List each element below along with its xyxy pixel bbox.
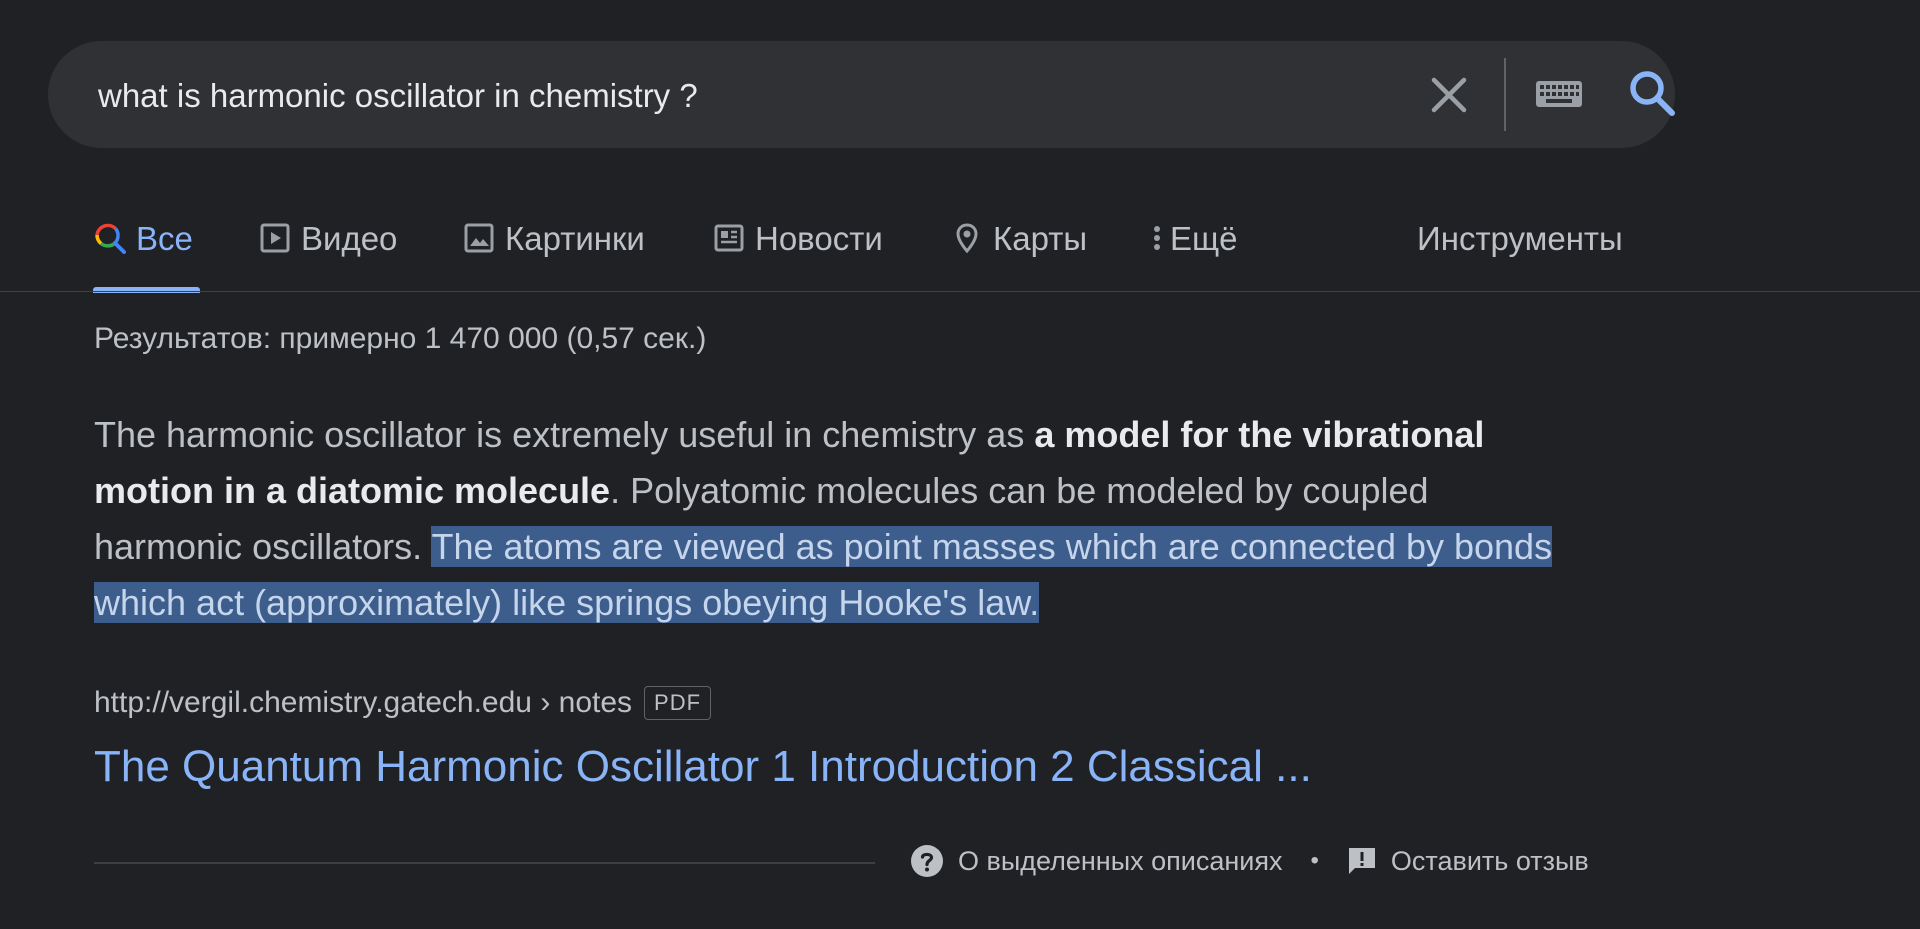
tab-all[interactable]: Все bbox=[94, 205, 193, 289]
tab-video[interactable]: Видео bbox=[259, 205, 397, 289]
about-snippets-label: О выделенных описаниях bbox=[958, 845, 1283, 876]
about-snippets-link[interactable]: О выделенных описаниях bbox=[910, 844, 1282, 878]
tab-maps-label: Карты bbox=[993, 220, 1088, 257]
tabs-divider bbox=[0, 291, 1920, 292]
featured-snippet: The harmonic oscillator is extremely use… bbox=[94, 407, 1574, 631]
tools-label: Инструменты bbox=[1417, 220, 1623, 257]
search-box bbox=[48, 41, 1678, 150]
footer-separator: • bbox=[1310, 847, 1319, 874]
tab-video-label: Видео bbox=[301, 220, 398, 257]
tab-more-label: Ещё bbox=[1170, 220, 1238, 257]
search-input[interactable] bbox=[96, 41, 1380, 150]
virtual-keyboard-button[interactable] bbox=[1534, 73, 1584, 113]
footer-divider bbox=[94, 862, 875, 864]
feedback-icon bbox=[1348, 848, 1375, 874]
close-icon bbox=[1431, 77, 1467, 113]
snippet-text-1: The harmonic oscillator is extremely use… bbox=[94, 414, 1035, 455]
result-title-link[interactable]: The Quantum Harmonic Oscillator 1 Introd… bbox=[94, 742, 1312, 792]
image-icon bbox=[464, 223, 494, 253]
google-search-icon bbox=[95, 223, 126, 254]
tools-button[interactable]: Инструменты bbox=[1417, 205, 1623, 289]
tab-news[interactable]: Новости bbox=[713, 205, 883, 289]
tab-all-label: Все bbox=[136, 220, 193, 257]
result-stats: Результатов: примерно 1 470 000 (0,57 се… bbox=[94, 322, 707, 355]
keyboard-icon bbox=[1536, 81, 1582, 107]
search-tabs: Все Видео Картинки Новости Карты Ещё Инс… bbox=[0, 205, 1920, 293]
news-icon bbox=[714, 224, 744, 252]
source-url: http://vergil.chemistry.gatech.edu › not… bbox=[94, 686, 633, 719]
clear-search-button[interactable] bbox=[1424, 70, 1474, 120]
tab-more[interactable]: Ещё bbox=[1148, 205, 1238, 289]
snippet-footer: О выделенных описаниях • Оставить отзыв bbox=[910, 844, 1589, 878]
search-divider bbox=[1504, 58, 1506, 131]
feedback-link[interactable]: Оставить отзыв bbox=[1347, 846, 1589, 877]
video-icon bbox=[260, 223, 290, 253]
search-button[interactable] bbox=[1626, 67, 1678, 119]
more-vert-icon bbox=[1154, 226, 1160, 250]
tab-images[interactable]: Картинки bbox=[463, 205, 645, 289]
pdf-badge: PDF bbox=[644, 686, 712, 720]
result-source[interactable]: http://vergil.chemistry.gatech.edu › not… bbox=[94, 686, 712, 720]
help-icon bbox=[911, 845, 943, 877]
search-icon bbox=[1630, 71, 1675, 116]
tab-images-label: Картинки bbox=[505, 220, 645, 257]
tab-news-label: Новости bbox=[755, 220, 883, 257]
feedback-label: Оставить отзыв bbox=[1390, 845, 1589, 876]
active-tab-indicator bbox=[93, 287, 200, 293]
map-pin-icon bbox=[956, 223, 978, 254]
tab-maps[interactable]: Карты bbox=[951, 205, 1087, 289]
